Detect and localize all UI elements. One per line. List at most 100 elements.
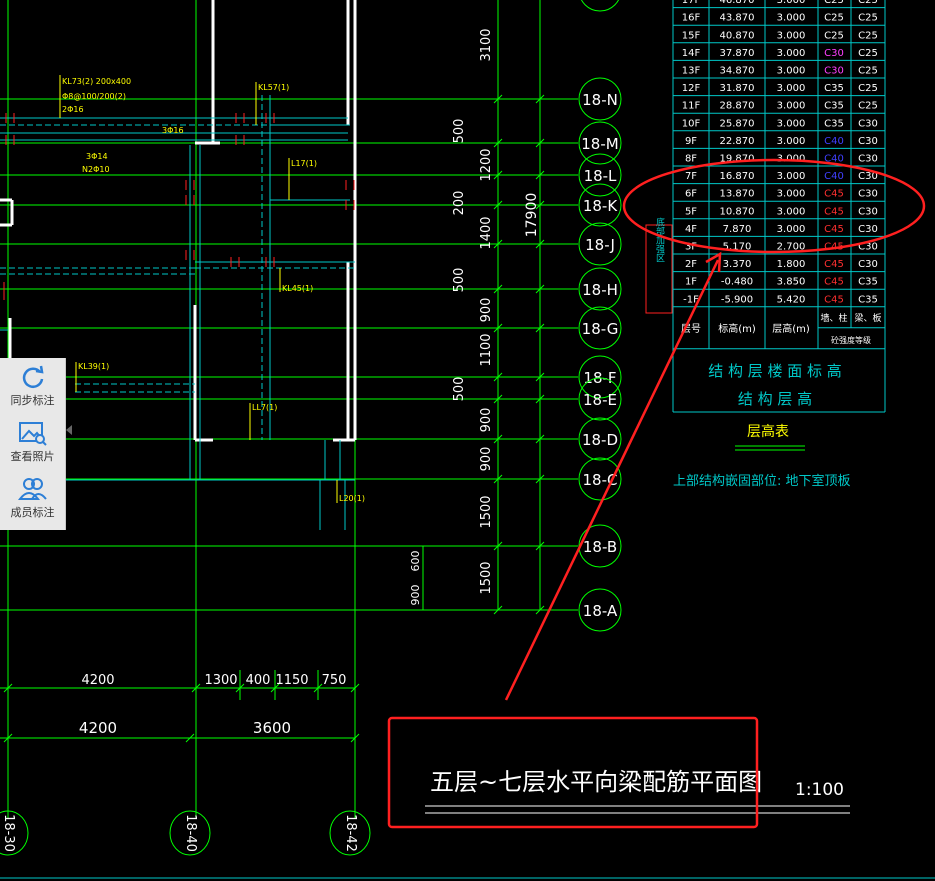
- table-cell-height: 3.000: [777, 224, 806, 235]
- table-cell-elevation: 13.870: [720, 189, 755, 200]
- table-cell-wall-grade: C25: [824, 13, 844, 24]
- table-cell-elevation: 10.870: [720, 206, 755, 217]
- beam-label-kl73-bars: 2Φ16: [62, 105, 84, 114]
- table-cell-height: 3.000: [777, 13, 806, 24]
- table-cell-floor: 7F: [685, 171, 697, 182]
- table-cell-height: 3.000: [777, 136, 806, 147]
- cad-drawing-canvas[interactable]: KL73(2) 200x400 Φ8@100/200(2) 2Φ16 3Φ16 3Φ14…: [0, 0, 935, 881]
- beam-label-3-16: 3Φ16: [162, 126, 184, 135]
- axis-label-18-J: 18-J: [585, 236, 615, 254]
- table-cell-wall-grade: C45: [824, 224, 844, 235]
- table-cell-height: 5.420: [777, 294, 806, 305]
- table-caption-elevation: 结 构 层 楼 面 标 高: [708, 362, 842, 380]
- beam-label-l20: L20(1): [339, 494, 365, 503]
- dim-small-vertical: 900: [409, 585, 422, 606]
- table-cell-beam-grade: C30: [858, 259, 878, 270]
- dim-value-horizontal: 4200: [79, 719, 117, 737]
- table-cell-wall-grade: C25: [824, 0, 844, 6]
- member-annotation-button[interactable]: 成员标注: [0, 470, 65, 526]
- table-header-beam: 梁、板: [854, 312, 881, 324]
- table-cell-floor: 4F: [685, 224, 697, 235]
- beam-label-ll7: LL7(1): [252, 403, 277, 412]
- table-cell-elevation: 22.870: [720, 136, 755, 147]
- table-cell-beam-grade: C30: [858, 206, 878, 217]
- table-cell-beam-grade: C30: [858, 224, 878, 235]
- table-cell-beam-grade: C25: [858, 30, 878, 41]
- table-cell-beam-grade: C25: [858, 101, 878, 112]
- table-cell-floor: 10F: [682, 118, 701, 129]
- dim-value-vertical: 1400: [479, 216, 494, 249]
- table-cell-height: 3.850: [777, 277, 806, 288]
- table-cell-wall-grade: C40: [824, 171, 844, 182]
- table-cell-wall-grade: C45: [824, 277, 844, 288]
- dim-value-vertical: 200: [452, 191, 467, 216]
- table-cell-wall-grade: C25: [824, 30, 844, 41]
- axis-label-18-N: 18-N: [582, 91, 618, 109]
- dim-value-vertical: 1500: [479, 561, 494, 594]
- table-cell-wall-grade: C40: [824, 136, 844, 147]
- table-cell-wall-grade: C35: [824, 83, 844, 94]
- markup-ellipse: [622, 158, 926, 254]
- table-cell-floor: 9F: [685, 136, 697, 147]
- table-cell-height: 3.000: [777, 30, 806, 41]
- table-cell-beam-grade: C30: [858, 136, 878, 147]
- dim-value-vertical: 500: [452, 119, 467, 144]
- table-cell-height: 3.000: [777, 48, 806, 59]
- dim-value-vertical: 500: [452, 377, 467, 402]
- dim-value-vertical: 900: [479, 447, 494, 472]
- drawing-title-block: 五层~七层水平向梁配筋平面图 1:100: [425, 768, 850, 814]
- table-cell-wall-grade: C45: [824, 294, 844, 305]
- strengthened-zone-note: 底部加强区: [654, 216, 665, 262]
- table-cell-floor: 15F: [682, 30, 701, 41]
- table-cell-beam-grade: C30: [858, 154, 878, 165]
- table-cell-beam-grade: C25: [858, 66, 878, 77]
- table-cell-floor: 2F: [685, 259, 697, 270]
- table-cell-elevation: 40.870: [720, 30, 755, 41]
- table-cell-wall-grade: C30: [824, 48, 844, 59]
- axis-label-18-G: 18-G: [582, 320, 619, 338]
- table-cell-wall-grade: C45: [824, 189, 844, 200]
- table-cell-elevation: -0.480: [721, 277, 753, 288]
- axis-label-18-D: 18-D: [582, 431, 618, 449]
- dim-value-vertical: 900: [479, 298, 494, 323]
- dim-value-vertical: 1200: [479, 148, 494, 181]
- beam-label-kl45: KL45(1): [282, 284, 313, 293]
- axis-bubble-top: [580, 0, 620, 12]
- dim-small-vertical: 600: [409, 551, 422, 572]
- axis-label-18-40: 18-40: [183, 814, 198, 852]
- dim-value-horizontal: 1150: [275, 673, 308, 688]
- table-cell-elevation: 3.370: [723, 259, 752, 270]
- drawing-scale: 1:100: [795, 780, 844, 800]
- table-cell-beam-grade: C25: [858, 13, 878, 24]
- view-photos-button[interactable]: 查看照片: [0, 414, 65, 470]
- axis-label-18-42: 18-42: [343, 814, 358, 852]
- beam-label-3-14: 3Φ14: [86, 152, 108, 161]
- drawing-title: 五层~七层水平向梁配筋平面图: [430, 768, 762, 796]
- table-header-grade: 砼强度等级: [831, 335, 871, 345]
- table-cell-beam-grade: C35: [858, 294, 878, 305]
- table-cell-height: 1.800: [777, 259, 806, 270]
- table-cell-elevation: -5.900: [721, 294, 753, 305]
- table-cell-elevation: 34.870: [720, 66, 755, 77]
- axis-label-18-K: 18-K: [583, 197, 618, 215]
- dim-value-horizontal: 750: [322, 673, 347, 688]
- table-cell-elevation: 16.870: [720, 171, 755, 182]
- table-cell-elevation: 37.870: [720, 48, 755, 59]
- table-title: 层高表: [747, 423, 789, 440]
- table-cell-height: 3.000: [777, 189, 806, 200]
- table-cell-floor: 6F: [685, 189, 697, 200]
- axis-label-18-L: 18-L: [584, 167, 617, 185]
- dim-value-horizontal: 4200: [81, 673, 114, 688]
- table-cell-height: 3.000: [777, 0, 806, 6]
- table-cell-wall-grade: C35: [824, 118, 844, 129]
- table-cell-floor: 16F: [682, 13, 701, 24]
- member-annotation-label: 成员标注: [10, 506, 55, 519]
- collapse-panel-arrow-icon[interactable]: [66, 425, 72, 435]
- sync-annotation-button[interactable]: 同步标注: [0, 358, 65, 414]
- table-cell-elevation: 31.870: [720, 83, 755, 94]
- table-cell-elevation: 7.870: [723, 224, 752, 235]
- table-cell-beam-grade: C30: [858, 118, 878, 129]
- table-header-height: 层高(m): [772, 322, 810, 335]
- table-cell-height: 3.000: [777, 118, 806, 129]
- axis-label-18-H: 18-H: [582, 281, 618, 299]
